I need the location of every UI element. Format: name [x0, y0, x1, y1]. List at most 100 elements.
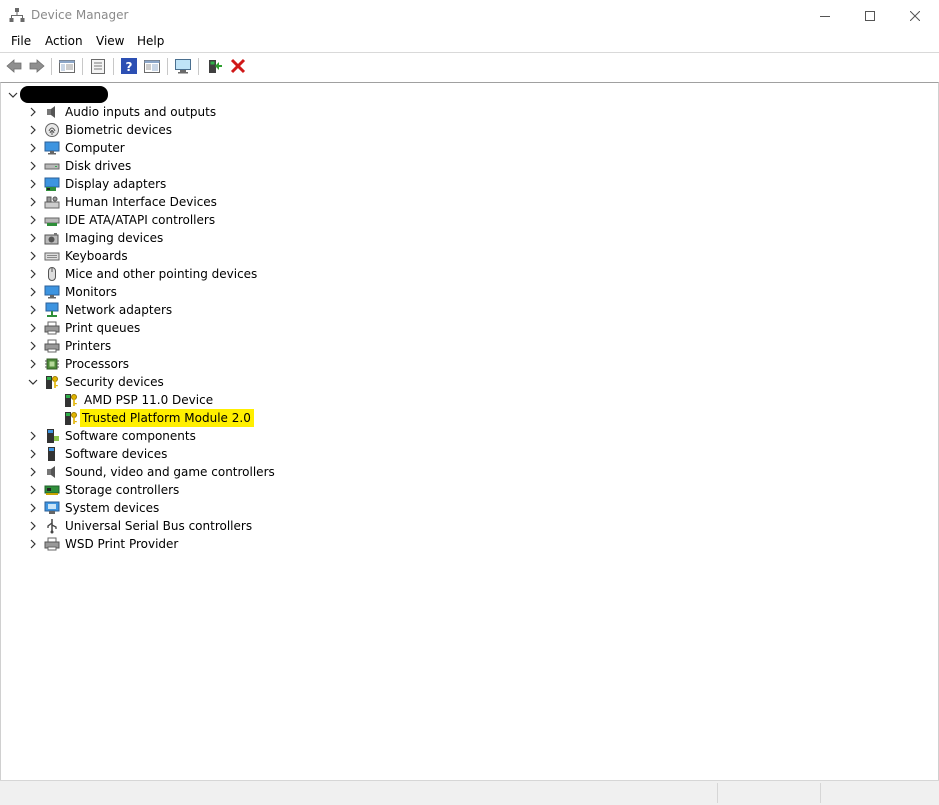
tree-category-label: Processors	[65, 357, 130, 371]
minimize-button[interactable]	[802, 0, 848, 31]
chevron-right-icon[interactable]	[28, 503, 38, 513]
mouse-icon	[48, 267, 56, 281]
chevron-right-icon[interactable]	[28, 197, 38, 207]
tree-category-row[interactable]: Sound, video and game controllers	[0, 463, 400, 481]
tree-category-row[interactable]: System devices	[0, 499, 400, 517]
tree-category-label: Keyboards	[65, 249, 128, 263]
chevron-right-icon[interactable]	[28, 215, 38, 225]
chevron-right-icon[interactable]	[28, 521, 38, 531]
help-icon[interactable]: ?	[120, 57, 138, 75]
status-cell	[717, 783, 718, 803]
forward-icon[interactable]	[28, 57, 46, 75]
tpm-device-label: Trusted Platform Module 2.0	[80, 409, 254, 427]
usb-icon	[47, 519, 57, 534]
software-component-icon	[47, 429, 59, 443]
tree-category-row[interactable]: Human Interface Devices	[0, 193, 400, 211]
tree-category-row[interactable]: Imaging devices	[0, 229, 400, 247]
menu-file[interactable]: File	[11, 34, 31, 48]
toolbar: ?	[0, 53, 939, 80]
tree-category-row[interactable]: Universal Serial Bus controllers	[0, 517, 400, 535]
chevron-right-icon[interactable]	[28, 107, 38, 117]
close-icon	[910, 10, 920, 21]
keyboard-icon	[44, 252, 60, 261]
tree-category-row[interactable]: Keyboards	[0, 247, 400, 265]
security-key-icon	[65, 412, 77, 425]
security-key-icon	[65, 394, 77, 407]
tree-category-label: Imaging devices	[65, 231, 164, 245]
chevron-right-icon[interactable]	[28, 449, 38, 459]
tree-device-row[interactable]: AMD PSP 11.0 Device	[0, 391, 400, 409]
maximize-button[interactable]	[847, 0, 893, 31]
printer-icon	[44, 339, 60, 353]
status-cell	[820, 783, 821, 803]
tree-category-row[interactable]: Computer	[0, 139, 400, 157]
tree-category-label: Software components	[65, 429, 196, 443]
tree-category-label: Sound, video and game controllers	[65, 465, 275, 479]
chevron-down-icon[interactable]	[28, 377, 38, 387]
chevron-down-icon[interactable]	[8, 90, 18, 100]
tree-device-row[interactable]: Trusted Platform Module 2.0	[0, 409, 400, 427]
maximize-icon	[865, 10, 875, 21]
close-button[interactable]	[892, 0, 938, 31]
tree-category-row[interactable]: Security devices	[0, 373, 400, 391]
menu-help[interactable]: Help	[137, 34, 164, 48]
chevron-right-icon[interactable]	[28, 251, 38, 261]
tree-category-row[interactable]: Print queues	[0, 319, 400, 337]
chevron-right-icon[interactable]	[28, 539, 38, 549]
camera-icon	[44, 233, 59, 245]
tree-category-row[interactable]: Monitors	[0, 283, 400, 301]
tree-category-label: Security devices	[65, 375, 164, 389]
scan-hardware-icon[interactable]	[174, 57, 192, 75]
ide-controller-icon	[44, 217, 60, 226]
chevron-right-icon[interactable]	[28, 305, 38, 315]
chevron-right-icon[interactable]	[28, 359, 38, 369]
tree-category-row[interactable]: Processors	[0, 355, 400, 373]
tree-category-label: Network adapters	[65, 303, 173, 317]
tree-category-label: Mice and other pointing devices	[65, 267, 258, 281]
tree-category-row[interactable]: Mice and other pointing devices	[0, 265, 400, 283]
properties-icon[interactable]	[89, 57, 107, 75]
tree-category-row[interactable]: IDE ATA/ATAPI controllers	[0, 211, 400, 229]
menu-view[interactable]: View	[96, 34, 124, 48]
chevron-right-icon[interactable]	[28, 431, 38, 441]
tree-category-row[interactable]: Software devices	[0, 445, 400, 463]
chevron-right-icon[interactable]	[28, 179, 38, 189]
tree-category-row[interactable]: Printers	[0, 337, 400, 355]
chevron-right-icon[interactable]	[28, 233, 38, 243]
chevron-right-icon[interactable]	[28, 323, 38, 333]
storage-controller-icon	[44, 485, 60, 495]
computer-icon	[44, 141, 60, 155]
show-hide-console-tree-icon[interactable]	[58, 57, 76, 75]
tree-category-row[interactable]: Display adapters	[0, 175, 400, 193]
software-device-icon	[48, 447, 55, 461]
tree-category-row[interactable]: Biometric devices	[0, 121, 400, 139]
tree-category-label: Storage controllers	[65, 483, 180, 497]
tree-category-label: Disk drives	[65, 159, 132, 173]
tree-category-label: Biometric devices	[65, 123, 173, 137]
back-icon[interactable]	[5, 57, 23, 75]
minimize-icon	[820, 15, 830, 17]
tree-category-row[interactable]: Audio inputs and outputs	[0, 103, 400, 121]
tree-category-label: WSD Print Provider	[65, 537, 179, 551]
chevron-right-icon[interactable]	[28, 467, 38, 477]
update-driver-icon[interactable]	[143, 57, 161, 75]
window-title: Device Manager	[31, 8, 129, 22]
toolbar-separator	[167, 58, 168, 75]
chevron-right-icon[interactable]	[28, 485, 38, 495]
chevron-right-icon[interactable]	[28, 125, 38, 135]
tree-category-row[interactable]: Disk drives	[0, 157, 400, 175]
menu-action[interactable]: Action	[45, 34, 83, 48]
tree-category-row[interactable]: Storage controllers	[0, 481, 400, 499]
tree-category-row[interactable]: Network adapters	[0, 301, 400, 319]
enable-device-icon[interactable]	[205, 57, 223, 75]
chevron-right-icon[interactable]	[28, 269, 38, 279]
tree-category-row[interactable]: WSD Print Provider	[0, 535, 400, 553]
chevron-right-icon[interactable]	[28, 161, 38, 171]
chevron-right-icon[interactable]	[28, 143, 38, 153]
svg-text:?: ?	[126, 60, 133, 74]
tree-category-row[interactable]: Software components	[0, 427, 400, 445]
tree-category-label: Printers	[65, 339, 112, 353]
uninstall-device-icon[interactable]	[229, 57, 247, 75]
chevron-right-icon[interactable]	[28, 287, 38, 297]
chevron-right-icon[interactable]	[28, 341, 38, 351]
